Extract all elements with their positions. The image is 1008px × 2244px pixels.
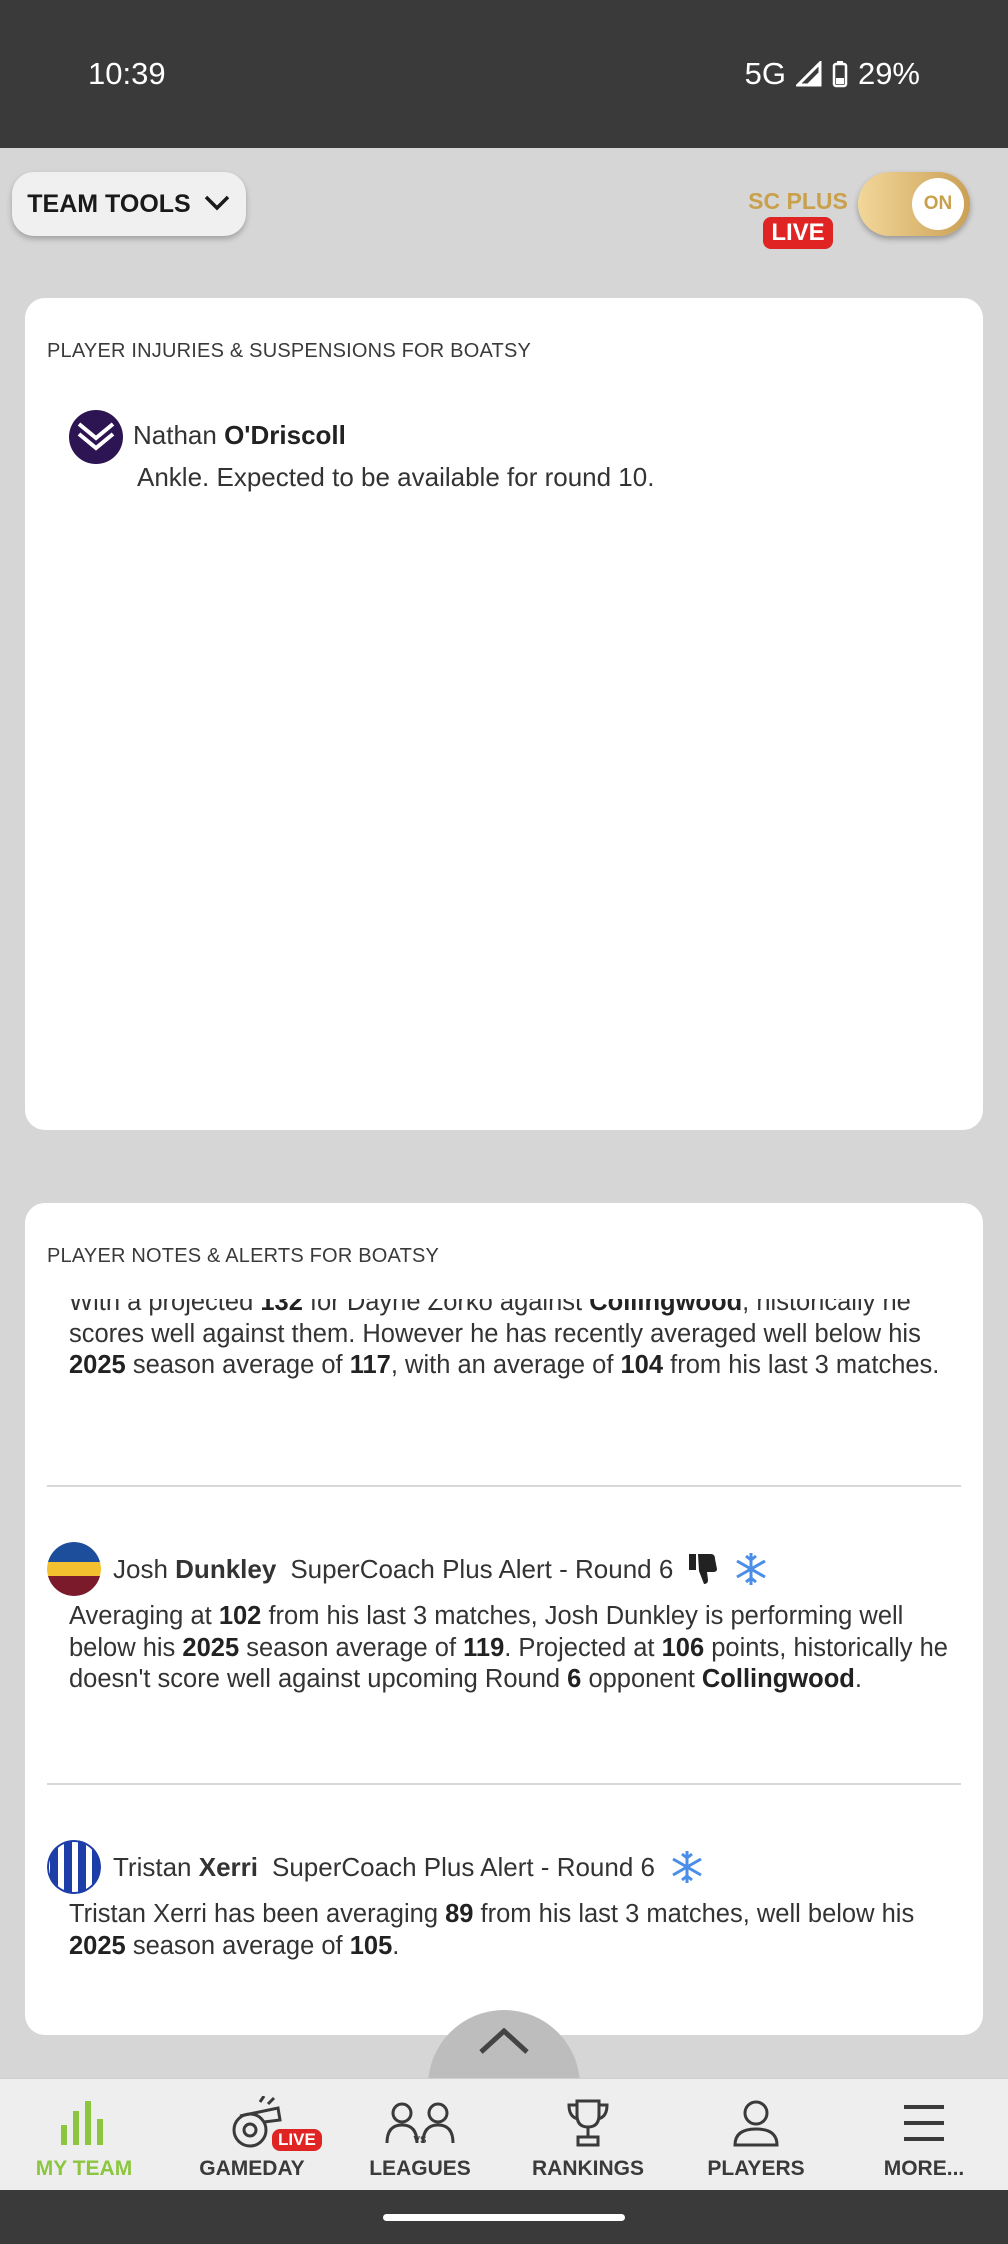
nav-label: PLAYERS	[707, 2157, 805, 2180]
chevron-down-icon	[203, 190, 231, 219]
player-first-name: Josh	[113, 1553, 168, 1584]
alert-header-dunkley[interactable]: Josh Dunkley SuperCoach Plus Alert - Rou…	[47, 1541, 769, 1597]
chevron-up-icon	[479, 2027, 529, 2054]
snowflake-icon	[733, 1551, 769, 1587]
status-icons: 5G 29%	[745, 56, 920, 92]
sc-plus-label: SC PLUS	[748, 188, 848, 214]
bottom-nav: MY TEAM LIVE GAMEDAY vs LEAGUES RANKINGS…	[0, 2078, 1008, 2190]
person-icon	[672, 2095, 840, 2151]
alert-header-xerri[interactable]: Tristan Xerri SuperCoach Plus Alert - Ro…	[47, 1839, 705, 1895]
status-bar: 10:39 5G 29%	[0, 0, 1008, 148]
alert-label: SuperCoach Plus Alert - Round 6	[272, 1851, 655, 1882]
team-tools-label: TEAM TOOLS	[27, 189, 191, 218]
alert-label: SuperCoach Plus Alert - Round 6	[290, 1553, 674, 1584]
divider	[47, 1783, 961, 1785]
nav-label: LEAGUES	[369, 2157, 471, 2180]
battery-icon	[832, 60, 848, 88]
trophy-icon	[504, 2095, 672, 2151]
bar-chart-icon	[0, 2095, 168, 2151]
gesture-bar	[0, 2190, 1008, 2244]
top-bar: TEAM TOOLS SC PLUS LIVE ON	[0, 148, 1008, 288]
injury-description: Ankle. Expected to be available for roun…	[137, 462, 655, 492]
nav-players[interactable]: PLAYERS	[672, 2095, 840, 2187]
north-melbourne-logo-icon	[47, 1840, 101, 1894]
versus-icon: vs	[336, 2095, 504, 2151]
alert-body-dunkley: Averaging at 102 from his last 3 matches…	[69, 1602, 948, 1693]
svg-text:vs: vs	[414, 2131, 428, 2146]
nav-label: RANKINGS	[531, 2157, 644, 2180]
signal-icon	[795, 61, 822, 87]
nav-rankings[interactable]: RANKINGS	[504, 2095, 672, 2187]
nav-label: MORE...	[883, 2157, 965, 2180]
network-label: 5G	[744, 56, 786, 91]
gameday-live-badge: LIVE	[272, 2129, 322, 2151]
injured-player-name: Nathan O'Driscoll	[133, 420, 346, 451]
sc-plus-toggle[interactable]: ON	[858, 172, 970, 236]
live-badge: LIVE	[763, 217, 833, 249]
team-tools-button[interactable]: TEAM TOOLS	[12, 172, 246, 236]
sc-plus-live-label: SC PLUS LIVE	[742, 188, 854, 249]
snowflake-icon	[669, 1849, 705, 1885]
nav-label: MY TEAM	[35, 2157, 133, 2180]
nav-leagues[interactable]: vs LEAGUES	[336, 2095, 504, 2187]
nav-my-team[interactable]: MY TEAM	[0, 2095, 168, 2187]
divider	[47, 1485, 961, 1487]
menu-icon	[840, 2095, 1008, 2151]
nav-gameday[interactable]: LIVE GAMEDAY	[168, 2095, 336, 2187]
toggle-knob: ON	[912, 178, 964, 230]
notes-title: PLAYER NOTES & ALERTS FOR BOATSY	[47, 1245, 440, 1267]
alert-body-xerri: Tristan Xerri has been averaging 89 from…	[69, 1900, 915, 1960]
battery-percent: 29%	[857, 56, 920, 91]
player-last-name: O'Driscoll	[224, 420, 346, 450]
nav-label: GAMEDAY	[199, 2157, 305, 2180]
notes-list[interactable]: With a projected 132 for Dayne Zorko aga…	[25, 1299, 983, 2035]
injuries-title: PLAYER INJURIES & SUSPENSIONS FOR BOATSY	[47, 340, 532, 362]
status-time: 10:39	[88, 56, 166, 91]
nav-more[interactable]: MORE...	[840, 2095, 1008, 2187]
player-first-name: Tristan	[113, 1851, 192, 1882]
player-first-name: Nathan	[133, 420, 217, 450]
injuries-card: PLAYER INJURIES & SUSPENSIONS FOR BOATSY…	[25, 298, 983, 1130]
player-last-name: Dunkley	[175, 1553, 277, 1584]
player-last-name: Xerri	[198, 1851, 258, 1882]
thumbs-down-icon	[687, 1552, 719, 1586]
note-body-partial: With a projected 132 for Dayne Zorko aga…	[69, 1299, 940, 1379]
fremantle-logo-icon	[69, 410, 123, 464]
home-indicator[interactable]	[383, 2214, 625, 2221]
brisbane-logo-icon	[47, 1542, 101, 1596]
notes-card: PLAYER NOTES & ALERTS FOR BOATSY With a …	[25, 1203, 983, 2035]
